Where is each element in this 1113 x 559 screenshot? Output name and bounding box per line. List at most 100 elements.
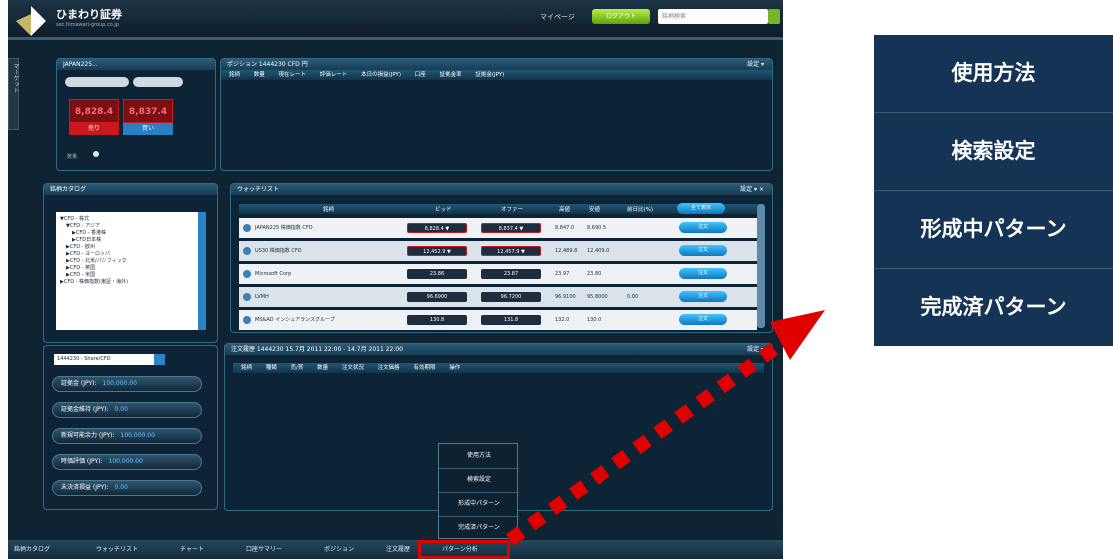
position-panel: ポジション 1444230 CFD 円 設定 ▾ 銘柄 数量 現在レート 評価レ… bbox=[220, 58, 773, 171]
logo-subtitle: sec.himawari-group.co.jp bbox=[56, 22, 119, 28]
bid-price[interactable]: 8,828.4 ▼ bbox=[407, 223, 467, 233]
tree-item[interactable]: ▶CFD - 欧州 bbox=[60, 243, 202, 250]
change-percent bbox=[627, 269, 657, 279]
instrument-name: US30 株価指数 CFD bbox=[255, 248, 302, 254]
tab-position[interactable]: ポジション bbox=[324, 544, 354, 553]
account-summary-row[interactable]: 時価評価 (JPY): 100,000.00 bbox=[52, 454, 202, 470]
account-row-label: 時価評価 (JPY): bbox=[61, 458, 103, 465]
position-columns: 銘柄 数量 現在レート 評価レート 本日の損益(JPY) 口座 証拠金率 証拠金… bbox=[221, 70, 772, 80]
position-menu[interactable]: 設定 ▾ bbox=[747, 59, 764, 70]
account-select-arrow-icon[interactable] bbox=[154, 354, 165, 365]
low-price: 23.80 bbox=[587, 271, 602, 277]
instrument-icon bbox=[243, 293, 251, 301]
zoom-item-usage[interactable]: 使用方法 bbox=[874, 35, 1113, 113]
tree-item[interactable]: ▼CFD - 株式 bbox=[60, 215, 202, 222]
change-percent bbox=[627, 223, 657, 233]
instrument-icon bbox=[243, 224, 251, 232]
account-summary-row[interactable]: 新規可能余力 (JPY): 100,000.00 bbox=[52, 428, 202, 444]
account-row-label: 未決済損益 (JPY): bbox=[61, 484, 109, 491]
lot-label: 数量 bbox=[67, 154, 78, 160]
high-price: 12,489.8 bbox=[555, 248, 578, 254]
tree-item[interactable]: ▶CFD - 英国 bbox=[60, 264, 202, 271]
buy-price: 8,837.4 bbox=[123, 99, 173, 123]
mypage-link[interactable]: マイページ bbox=[540, 12, 575, 22]
watchlist-row[interactable]: Microsoft Corp 23.86 23.87 23.97 23.80 注文 bbox=[239, 264, 757, 284]
quote-panel-title: JAPAN225... bbox=[57, 59, 215, 70]
search-input[interactable]: 銘柄検索 bbox=[658, 9, 768, 24]
order-button[interactable]: 注文 bbox=[679, 245, 727, 256]
high-price: 8,847.0 bbox=[555, 225, 575, 231]
tree-item[interactable]: ▶CFD - ヨーロッパ bbox=[60, 250, 202, 257]
sell-price: 8,828.4 bbox=[69, 99, 119, 123]
logout-button[interactable]: ログアウト bbox=[592, 9, 650, 24]
order-button[interactable]: 注文 bbox=[679, 222, 727, 233]
order-button[interactable]: 注文 bbox=[679, 268, 727, 279]
offer-price[interactable]: 12,457.9 ▼ bbox=[481, 246, 541, 256]
watchlist-row[interactable]: US30 株価指数 CFD 12,452.9 ▼ 12,457.9 ▼ 12,489.… bbox=[239, 241, 757, 261]
quote-lot-select[interactable] bbox=[133, 77, 183, 87]
instrument-icon bbox=[243, 247, 251, 255]
tree-item[interactable]: ▶CFD - 株価指数(東証・海外) bbox=[60, 278, 202, 285]
account-row-value: 0.00 bbox=[114, 406, 128, 413]
tab-order-history[interactable]: 注文履歴 bbox=[386, 544, 410, 553]
logo-name: ひまわり証券 bbox=[56, 8, 122, 21]
top-bar: ひまわり証券 sec.himawari-group.co.jp マイページ ログ… bbox=[8, 0, 783, 40]
lot-indicator-icon bbox=[93, 151, 99, 157]
tree-scrollbar[interactable] bbox=[198, 212, 206, 330]
zoom-item-completed-pattern[interactable]: 完成済パターン bbox=[874, 269, 1113, 346]
watchlist-row[interactable]: JAPAN225 株価指数 CFD 8,828.4 ▼ 8,837.4 ▼ 8,847… bbox=[239, 218, 757, 238]
zoom-item-forming-pattern[interactable]: 形成中パターン bbox=[874, 191, 1113, 269]
bid-price[interactable]: 130.8 bbox=[407, 315, 467, 325]
instrument-name: Microsoft Corp bbox=[255, 271, 292, 277]
bid-price[interactable]: 96.6900 bbox=[407, 292, 467, 302]
bid-price[interactable]: 23.86 bbox=[407, 269, 467, 279]
tab-account-summary[interactable]: 口座サマリー bbox=[246, 544, 282, 553]
catalog-panel-title: 銘柄カタログ bbox=[44, 184, 217, 195]
catalog-panel: 銘柄カタログ ▼CFD - 株式 ▼CFD - アジア ▶CFD - 香港株 ▶… bbox=[43, 183, 218, 343]
account-row-label: 証拠金維持 (JPY): bbox=[61, 406, 109, 413]
tree-item[interactable]: ▼CFD - アジア bbox=[60, 222, 202, 229]
instrument-name: MS&AD インシュアランスグループ bbox=[255, 317, 335, 323]
tree-item[interactable]: ▶CFD - 米国 bbox=[60, 271, 202, 278]
account-summary-row[interactable]: 証拠金 (JPY): 100,000.00 bbox=[52, 376, 202, 392]
account-row-value: 100,000.00 bbox=[102, 380, 137, 387]
low-price: 8,690.5 bbox=[587, 225, 607, 231]
watchlist-header: 銘柄 ビッド オファー 高値 安値 前日比(%) 全て表示 bbox=[239, 203, 757, 214]
quote-panel: JAPAN225... 8,828.4 8,837.4 売り 買い 数量 bbox=[56, 58, 216, 171]
offer-price[interactable]: 8,837.4 ▼ bbox=[481, 223, 541, 233]
tab-watchlist[interactable]: ウォッチリスト bbox=[96, 544, 138, 553]
account-row-value: 100,000.00 bbox=[120, 432, 155, 439]
instrument-name: JAPAN225 株価指数 CFD bbox=[255, 225, 313, 231]
tree-item[interactable]: ▶CFD - 北米/パシフィック bbox=[60, 257, 202, 264]
account-summary-row[interactable]: 未決済損益 (JPY): 0.00 bbox=[52, 480, 202, 496]
watchlist-menu[interactable]: 設定 ▾ × bbox=[740, 184, 764, 195]
tree-item[interactable]: ▶CFD - 香港株 bbox=[60, 229, 202, 236]
sell-button[interactable]: 売り bbox=[69, 123, 119, 135]
instrument-icon bbox=[243, 270, 251, 278]
quote-instrument-select[interactable] bbox=[65, 77, 129, 87]
tree-item[interactable]: ▶CFD日本株 bbox=[60, 236, 202, 243]
change-percent bbox=[627, 246, 657, 256]
search-button[interactable] bbox=[768, 9, 780, 24]
offer-price[interactable]: 23.87 bbox=[481, 269, 541, 279]
tab-chart[interactable]: チャート bbox=[180, 544, 204, 553]
account-row-label: 証拠金 (JPY): bbox=[61, 380, 97, 387]
callout-arrow-icon bbox=[505, 310, 825, 546]
show-all-button[interactable]: 全て表示 bbox=[677, 203, 725, 214]
zoomed-pattern-menu: 使用方法 検索設定 形成中パターン 完成済パターン bbox=[874, 35, 1113, 346]
catalog-tree: ▼CFD - 株式 ▼CFD - アジア ▶CFD - 香港株 ▶CFD日本株 … bbox=[56, 212, 206, 330]
account-row-value: 0.00 bbox=[114, 484, 128, 491]
watchlist-panel-title: ウォッチリスト 設定 ▾ × bbox=[231, 184, 772, 195]
zoom-item-search-settings[interactable]: 検索設定 bbox=[874, 113, 1113, 191]
market-side-tab[interactable]: マーケット bbox=[8, 58, 19, 130]
instrument-name: LVMH bbox=[255, 294, 269, 300]
account-select[interactable]: 1444230 - Share/CFD bbox=[54, 354, 154, 365]
instrument-icon bbox=[243, 316, 251, 324]
buy-button[interactable]: 買い bbox=[123, 123, 173, 135]
account-panel: 1444230 - Share/CFD 証拠金 (JPY): 100,000.00… bbox=[43, 345, 218, 510]
bid-price[interactable]: 12,452.9 ▼ bbox=[407, 246, 467, 256]
tab-catalog[interactable]: 銘柄カタログ bbox=[14, 544, 50, 553]
account-row-label: 新規可能余力 (JPY): bbox=[61, 432, 115, 439]
account-row-value: 100,000.00 bbox=[108, 458, 143, 465]
account-summary-row[interactable]: 証拠金維持 (JPY): 0.00 bbox=[52, 402, 202, 418]
